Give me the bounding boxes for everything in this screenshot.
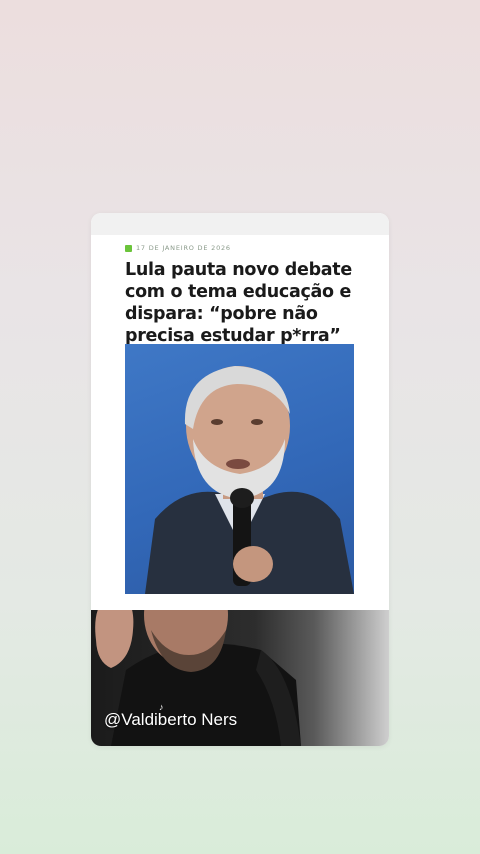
page-background: { "article": { "date": "17 DE JANEIRO DE… [0, 0, 480, 854]
article-date-row: 17 DE JANEIRO DE 2026 [125, 243, 231, 253]
creator-handle[interactable]: @Valdiberto Ners [104, 710, 237, 730]
article-headline[interactable]: Lula pauta novo debate com o tema educaç… [125, 259, 361, 347]
article-photo[interactable] [125, 344, 354, 594]
speaker-illustration [145, 366, 354, 594]
article-date: 17 DE JANEIRO DE 2026 [136, 244, 231, 252]
date-marker-icon [125, 244, 132, 252]
card-top-bar [91, 213, 389, 235]
